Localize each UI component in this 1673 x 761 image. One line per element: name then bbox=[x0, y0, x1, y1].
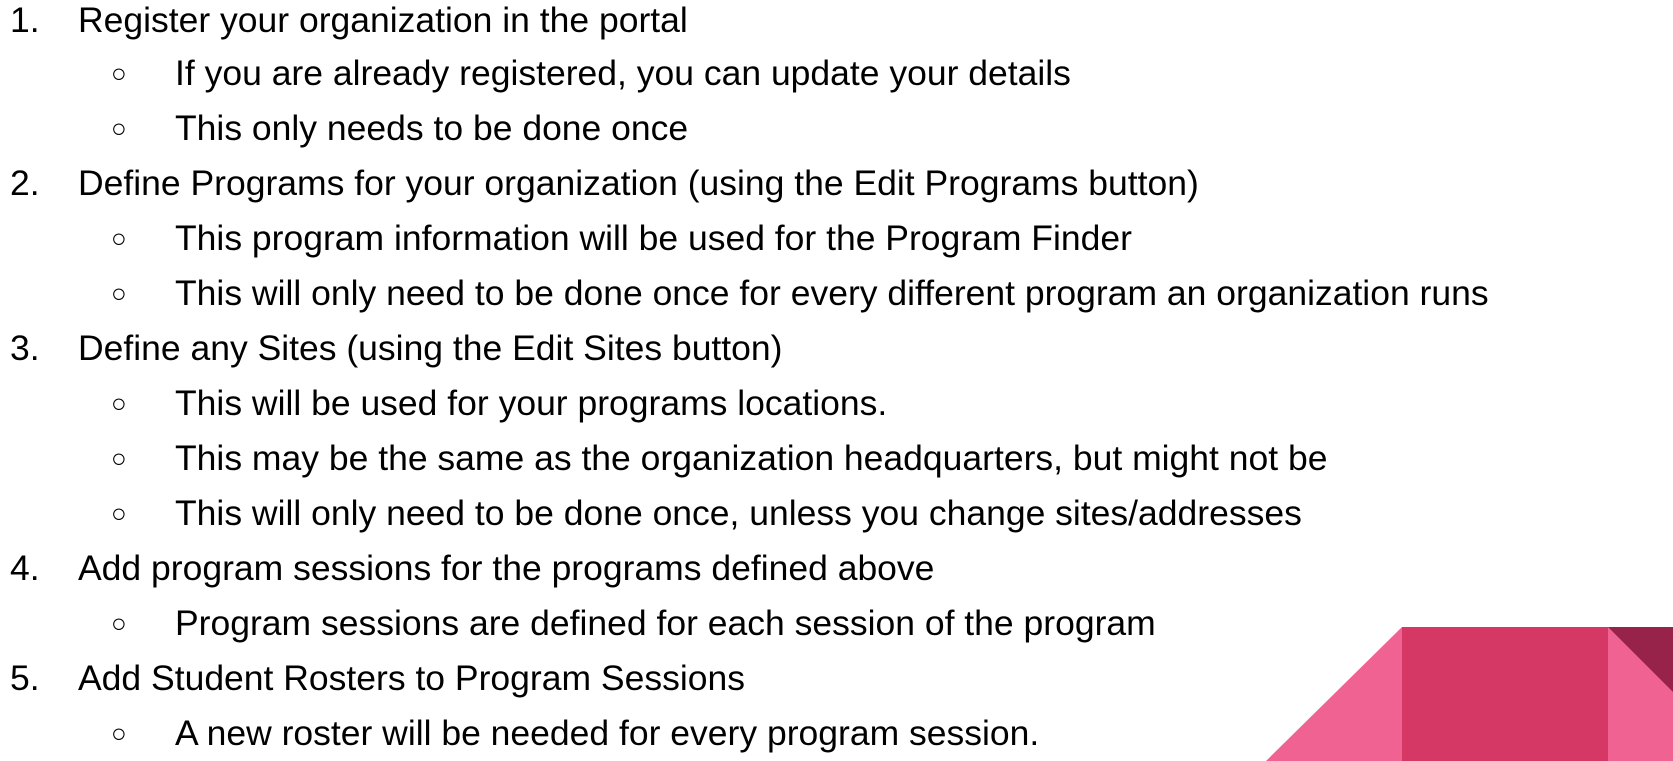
sub-item-text: This only needs to be done once bbox=[175, 108, 689, 148]
step-text: Register your organization in the portal bbox=[78, 0, 688, 40]
step-number: 4. bbox=[10, 548, 40, 588]
deco-right-block bbox=[1608, 627, 1673, 761]
step-number: 3. bbox=[10, 328, 40, 368]
deco-corner-triangle bbox=[1608, 627, 1673, 692]
sub-item-text: If you are already registered, you can u… bbox=[175, 53, 1071, 93]
sub-item-text: This will only need to be done once, unl… bbox=[175, 493, 1302, 533]
step-text: Define any Sites (using the Edit Sites b… bbox=[78, 328, 783, 368]
sub-item-text: This will be used for your programs loca… bbox=[175, 383, 888, 423]
step-text: Define Programs for your organization (u… bbox=[78, 163, 1199, 203]
bullet-icon: ○ bbox=[111, 443, 127, 473]
deco-center-block bbox=[1402, 627, 1608, 761]
bullet-icon: ○ bbox=[111, 223, 127, 253]
bullet-icon: ○ bbox=[111, 608, 127, 638]
step-text: Add Student Rosters to Program Sessions bbox=[78, 658, 745, 698]
step-number: 2. bbox=[10, 163, 40, 203]
step-text: Add program sessions for the programs de… bbox=[78, 548, 935, 588]
sub-item-text: This may be the same as the organization… bbox=[175, 438, 1328, 478]
step-number: 1. bbox=[10, 0, 40, 40]
sub-item-text: This program information will be used fo… bbox=[175, 218, 1132, 258]
step-number: 5. bbox=[10, 658, 40, 698]
deco-left-triangle bbox=[1266, 627, 1402, 761]
sub-item-text: A new roster will be needed for every pr… bbox=[175, 713, 1040, 753]
bullet-icon: ○ bbox=[111, 498, 127, 528]
sub-item-text: Program sessions are defined for each se… bbox=[175, 603, 1156, 643]
bullet-icon: ○ bbox=[111, 278, 127, 308]
bullet-icon: ○ bbox=[111, 718, 127, 748]
bullet-icon: ○ bbox=[111, 58, 127, 88]
sub-item-text: This will only need to be done once for … bbox=[175, 273, 1489, 313]
bullet-icon: ○ bbox=[111, 113, 127, 143]
bullet-icon: ○ bbox=[111, 388, 127, 418]
